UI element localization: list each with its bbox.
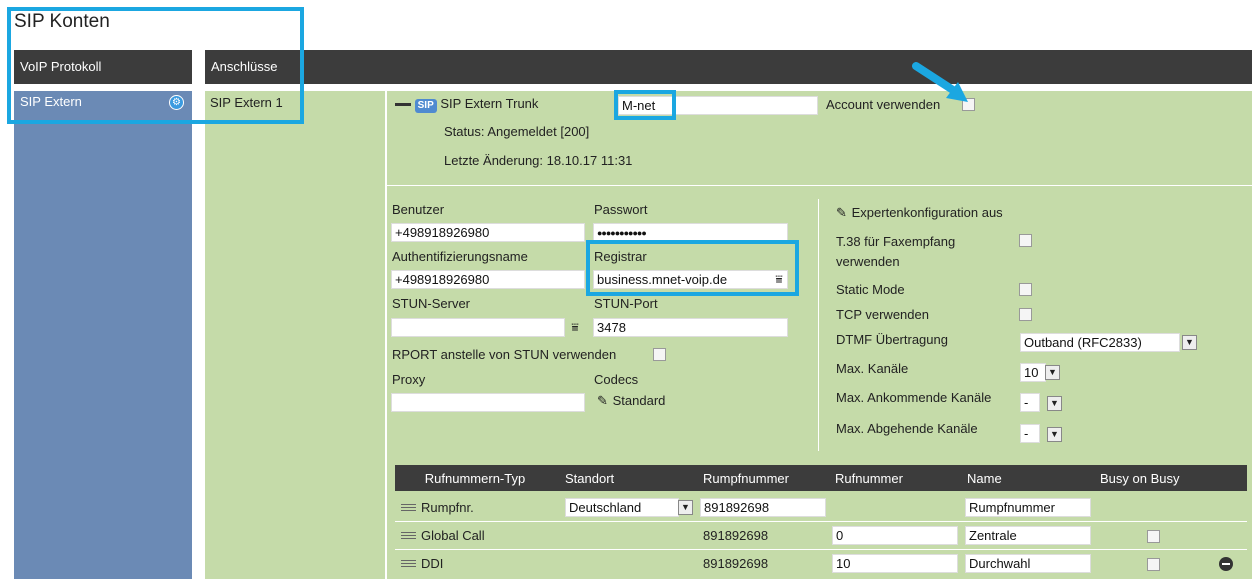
max-channels-select[interactable]: 10	[1020, 363, 1046, 382]
max-channels-label: Max. Kanäle	[836, 361, 909, 376]
filter-icon[interactable]: ⩸	[770, 271, 788, 288]
drag-handle-icon[interactable]	[401, 504, 416, 511]
table-row: Global Call 891892698 0 Zentrale	[395, 522, 1247, 550]
rufnummer-input[interactable]: 0	[832, 526, 958, 545]
static-mode-checkbox[interactable]	[1019, 283, 1032, 296]
codecs-edit[interactable]: ✎ Standard	[597, 393, 665, 409]
header-connections: Anschlüsse	[205, 50, 1252, 84]
auth-label: Authentifizierungsname	[392, 249, 528, 264]
arrow-icon	[912, 62, 968, 102]
standort-select[interactable]: Deutschland	[565, 498, 679, 517]
column-header: Standort	[565, 471, 615, 486]
rufnummer-input[interactable]: 10	[832, 554, 958, 573]
max-in-label: Max. Ankommende Kanäle	[836, 390, 992, 405]
name-input[interactable]: Zentrale	[965, 526, 1091, 545]
chevron-down-icon[interactable]: ▼	[1047, 396, 1062, 411]
dtmf-select[interactable]: Outband (RFC2833)	[1020, 333, 1180, 352]
busy-on-busy-checkbox[interactable]	[1147, 558, 1160, 571]
sidebar-item-label: SIP Extern	[20, 94, 82, 109]
dtmf-value: Outband (RFC2833)	[1024, 335, 1142, 350]
name-input[interactable]: Rumpfnummer	[965, 498, 1091, 517]
static-mode-label: Static Mode	[836, 282, 905, 297]
passwort-label: Passwort	[594, 202, 648, 217]
row-type: Rumpfnr.	[421, 500, 474, 515]
trunk-title: SIP SIP Extern Trunk	[395, 96, 538, 113]
rumpf-value: 891892698	[703, 556, 769, 571]
last-change-text: Letzte Änderung: 18.10.17 11:31	[444, 153, 633, 168]
proxy-input[interactable]	[391, 393, 585, 412]
header-voip-protocol: VoIP Protokoll	[14, 50, 192, 84]
sip-badge: SIP	[414, 99, 437, 113]
stun-server-input[interactable]	[391, 318, 565, 337]
proxy-label: Proxy	[392, 372, 426, 387]
column-header: Rufnummern-Typ	[424, 471, 526, 486]
rport-checkbox[interactable]	[653, 348, 666, 361]
t38-label-line2: verwenden	[836, 254, 900, 269]
expert-toggle[interactable]: ✎ Expertenkonfiguration aus	[836, 205, 1003, 221]
drag-handle-icon[interactable]	[401, 560, 416, 567]
tcp-checkbox[interactable]	[1019, 308, 1032, 321]
t38-checkbox[interactable]	[1019, 234, 1032, 247]
filter-icon[interactable]: ⩸	[566, 319, 584, 336]
divider	[818, 199, 819, 451]
pencil-icon: ✎	[836, 205, 847, 220]
benutzer-input[interactable]: +498918926980	[391, 223, 585, 242]
max-out-label: Max. Abgehende Kanäle	[836, 421, 978, 436]
column-header: Rumpfnummer	[703, 471, 789, 486]
sidebar: SIP Extern ⚙	[14, 91, 192, 579]
connection-item-sip-extern-1[interactable]: SIP Extern 1	[210, 95, 283, 110]
stun-port-label: STUN-Port	[594, 296, 658, 311]
pencil-icon: ✎	[597, 393, 608, 408]
chevron-down-icon[interactable]: ▼	[678, 500, 693, 515]
dtmf-label: DTMF Übertragung	[836, 332, 948, 347]
connections-column: SIP Extern 1	[205, 91, 385, 579]
tcp-label: TCP verwenden	[836, 307, 929, 322]
max-channels-value: 10	[1024, 365, 1039, 380]
trunk-name-input[interactable]: M-net	[618, 96, 818, 115]
registrar-label: Registrar	[594, 249, 647, 264]
chevron-down-icon[interactable]: ▼	[1182, 335, 1197, 350]
sidebar-item-sip-extern[interactable]: SIP Extern ⚙	[14, 91, 192, 115]
stun-server-label: STUN-Server	[392, 296, 471, 311]
registrar-value: business.mnet-voip.de	[597, 272, 728, 287]
auth-input[interactable]: +498918926980	[391, 270, 585, 289]
row-type: DDI	[421, 556, 444, 571]
stun-port-input[interactable]: 3478	[593, 318, 788, 337]
trunk-icon	[395, 96, 411, 106]
rumpf-value: 891892698	[703, 528, 769, 543]
row-type: Global Call	[421, 528, 485, 543]
t38-label: T.38 für Faxempfang	[836, 234, 956, 249]
drag-handle-icon[interactable]	[401, 532, 416, 539]
standort-value: Deutschland	[569, 500, 642, 515]
divider	[387, 185, 1252, 186]
max-in-value: -	[1024, 395, 1029, 410]
column-header: Name	[967, 471, 1002, 486]
page-title: SIP Konten	[14, 11, 110, 32]
rumpf-input[interactable]: 891892698	[700, 498, 826, 517]
table-row: DDI 891892698 10 Durchwahl	[395, 550, 1247, 578]
name-input[interactable]: Durchwahl	[965, 554, 1091, 573]
numbers-table-header: Rufnummern-Typ Standort Rumpfnummer Rufn…	[395, 465, 1247, 491]
table-row: Rumpfnr. Deutschland ▼ 891892698 Rumpfnu…	[395, 494, 1247, 522]
column-header: Busy on Busy	[1100, 471, 1180, 486]
max-out-select[interactable]: -	[1020, 424, 1040, 443]
trunk-panel: SIP SIP Extern Trunk M-net Account verwe…	[387, 91, 1252, 579]
max-out-value: -	[1024, 426, 1029, 441]
remove-row-icon[interactable]	[1219, 557, 1233, 571]
chevron-down-icon[interactable]: ▼	[1047, 427, 1062, 442]
status-text: Status: Angemeldet [200]	[444, 124, 590, 139]
busy-on-busy-checkbox[interactable]	[1147, 530, 1160, 543]
rport-label: RPORT anstelle von STUN verwenden	[392, 347, 617, 362]
passwort-input[interactable]: ●●●●●●●●●●●	[593, 223, 788, 242]
codecs-value: Standard	[612, 393, 666, 408]
max-in-select[interactable]: -	[1020, 393, 1040, 412]
benutzer-label: Benutzer	[392, 202, 445, 217]
chevron-down-icon[interactable]: ▼	[1045, 365, 1060, 380]
registrar-input[interactable]: business.mnet-voip.de	[593, 270, 788, 289]
column-header: Rufnummer	[835, 471, 903, 486]
codecs-label: Codecs	[594, 372, 639, 387]
expert-toggle-label: Expertenkonfiguration aus	[851, 205, 1003, 220]
gear-icon[interactable]: ⚙	[169, 95, 184, 110]
trunk-label: SIP Extern Trunk	[440, 96, 539, 111]
